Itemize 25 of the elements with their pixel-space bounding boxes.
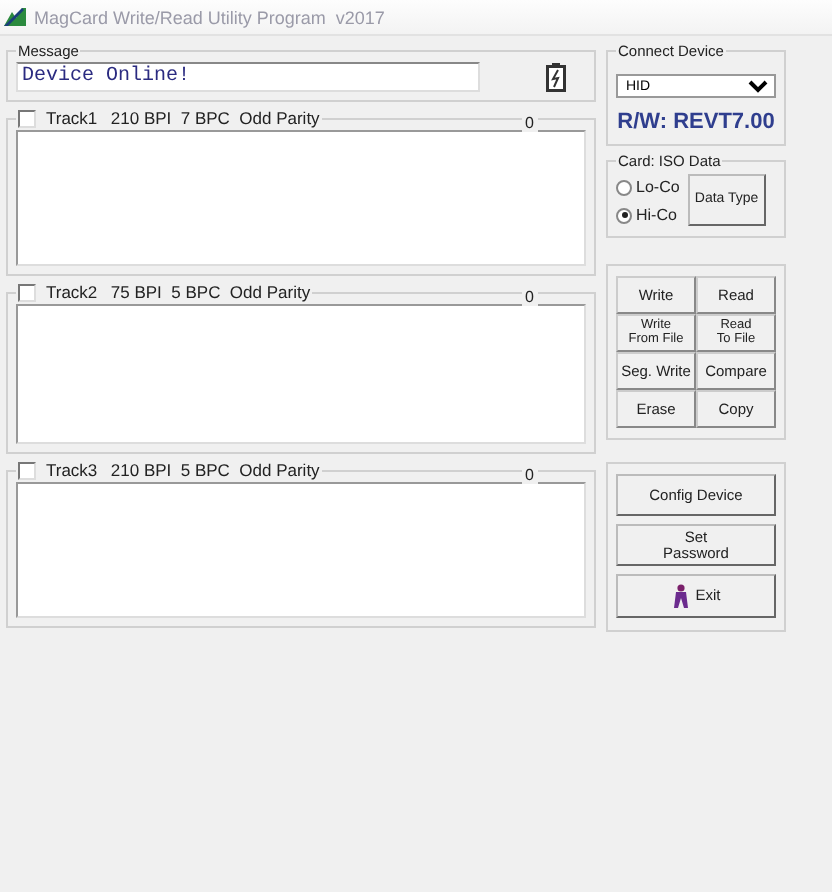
- track-format: 210 BPI 7 BPC Odd Parity: [108, 108, 320, 128]
- battery-icon: [546, 62, 566, 92]
- window-title: MagCard Write/Read Utility Program v2017: [34, 7, 385, 27]
- track-data-field[interactable]: [16, 304, 586, 444]
- track-data-field[interactable]: [16, 482, 586, 618]
- track-checkbox[interactable]: [18, 283, 36, 301]
- track-checkbox[interactable]: [18, 461, 36, 479]
- track-label: Track2: [46, 282, 98, 302]
- track-data-field[interactable]: [16, 130, 586, 266]
- version-label: R/W: REVT7.00: [616, 108, 776, 136]
- track-label: Track1: [46, 108, 98, 128]
- radio-label: Lo-Co: [636, 178, 680, 196]
- person-icon: [671, 584, 690, 608]
- radio-button[interactable]: [616, 179, 632, 195]
- track-format: 75 BPI 5 BPC Odd Parity: [108, 282, 311, 302]
- radio-label: Hi-Co: [636, 206, 677, 224]
- track-label: Track3: [46, 460, 98, 480]
- message-field[interactable]: Device Online!: [16, 62, 480, 92]
- radio-button[interactable]: [616, 207, 632, 223]
- track-count: 0: [521, 114, 538, 132]
- track-count: 0: [521, 466, 538, 484]
- track-count: 0: [521, 288, 538, 306]
- track-checkbox[interactable]: [18, 109, 36, 127]
- app-icon: [4, 8, 26, 26]
- track-format: 210 BPI 5 BPC Odd Parity: [108, 460, 320, 480]
